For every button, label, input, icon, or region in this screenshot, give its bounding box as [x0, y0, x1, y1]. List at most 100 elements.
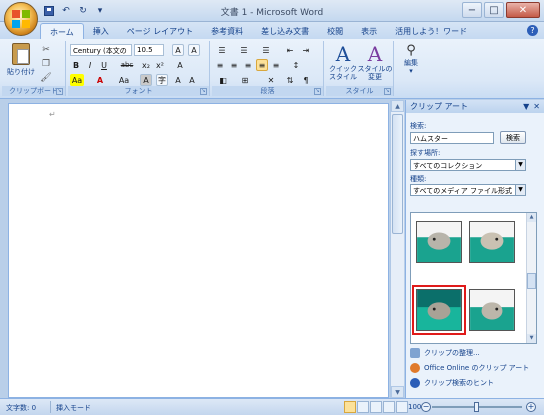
paragraph-launcher[interactable]: ↘	[314, 88, 321, 95]
zoom-slider-knob[interactable]	[474, 402, 479, 412]
hamster-image	[417, 290, 461, 330]
font-name-box[interactable]: Century (本文の	[70, 44, 132, 56]
copy-icon[interactable]: ❐	[40, 58, 52, 69]
shading-button[interactable]: ◧	[214, 74, 232, 86]
office-button[interactable]	[4, 2, 38, 36]
media-type-select[interactable]: すべてのメディア ファイル形式 ▼	[410, 184, 526, 196]
location-select[interactable]: すべてのコレクション ▼	[410, 159, 526, 171]
scroll-down-arrow-icon[interactable]: ▼	[391, 386, 404, 398]
zoom-in-icon[interactable]: +	[526, 402, 536, 412]
maximize-button[interactable]: □	[484, 2, 504, 18]
shrink-font-button[interactable]: A	[186, 74, 198, 86]
results-scroll-thumb[interactable]	[527, 273, 536, 289]
pane-close-icon[interactable]: ✕	[533, 102, 540, 111]
quick-style-button[interactable]: A クイック スタイル	[328, 43, 358, 81]
font-launcher[interactable]: ↘	[200, 88, 207, 95]
align-left-button[interactable]: ≡	[214, 59, 226, 71]
search-tips-label: クリップ検索のヒント	[424, 379, 494, 387]
paste-button[interactable]: 貼り付け	[6, 43, 36, 77]
search-input[interactable]: ハムスター	[410, 132, 494, 144]
tab-page-layout[interactable]: ページ レイアウト	[118, 23, 202, 40]
print-layout-view-icon[interactable]	[344, 401, 356, 413]
sort-button[interactable]: ⇅	[284, 74, 296, 86]
highlight-button[interactable]: Aa	[70, 74, 84, 86]
organize-clips-label: クリップの整理...	[424, 349, 480, 357]
font-color-button[interactable]: A	[94, 74, 106, 86]
zoom-out-icon[interactable]: −	[421, 402, 431, 412]
location-dropdown-icon[interactable]: ▼	[515, 160, 525, 170]
clipboard-launcher[interactable]: ↘	[56, 88, 63, 95]
web-layout-view-icon[interactable]	[370, 401, 382, 413]
insert-mode[interactable]: 挿入モード	[56, 403, 91, 413]
tab-word-tips[interactable]: 活用しよう！ワード	[386, 23, 476, 40]
font-size-box[interactable]: 10.5	[134, 44, 164, 56]
format-painter-icon[interactable]: 🖌	[40, 72, 52, 83]
clear-format-button[interactable]: A	[188, 44, 200, 56]
office-online-link[interactable]: Office Online のクリップ アート	[410, 363, 529, 373]
justify-button[interactable]: ≡	[256, 59, 268, 71]
decrease-indent-button[interactable]: ⇤	[284, 44, 296, 56]
tab-view[interactable]: 表示	[352, 23, 386, 40]
change-case-button[interactable]: Aa	[116, 74, 132, 86]
binoculars-icon: ⚲	[406, 43, 416, 58]
change-style-button[interactable]: A スタイルの 変更	[358, 43, 393, 81]
align-right-button[interactable]: ≡	[242, 59, 254, 71]
underline-button[interactable]: U	[98, 59, 110, 71]
outline-view-icon[interactable]	[383, 401, 395, 413]
results-scroll-down-icon[interactable]: ▼	[527, 334, 536, 343]
scroll-thumb[interactable]	[392, 114, 403, 234]
hamster-image	[470, 222, 514, 262]
increase-indent-button[interactable]: ⇥	[300, 44, 312, 56]
bold-button[interactable]: B	[70, 59, 82, 71]
styles-group-label: スタイル	[326, 86, 393, 96]
document-page[interactable]: ↵	[8, 103, 389, 398]
align-center-button[interactable]: ≡	[228, 59, 240, 71]
styles-launcher[interactable]: ↘	[384, 88, 391, 95]
enclosed-char-button[interactable]: 字	[156, 74, 168, 86]
clipart-thumbnail[interactable]	[469, 289, 515, 331]
strikethrough-button[interactable]: abc	[118, 59, 136, 71]
tab-home[interactable]: ホーム	[40, 23, 84, 40]
line-spacing-button[interactable]: ↕	[288, 59, 304, 71]
subscript-button[interactable]: x₂	[140, 59, 152, 71]
distributed-button[interactable]: ≡	[270, 59, 282, 71]
minimize-button[interactable]: −	[462, 2, 482, 18]
full-screen-view-icon[interactable]	[357, 401, 369, 413]
bullets-button[interactable]: ☰	[214, 44, 230, 56]
text-effects-button[interactable]: A	[174, 59, 186, 71]
grow-font-small-button[interactable]: A	[172, 74, 184, 86]
superscript-button[interactable]: x²	[154, 59, 166, 71]
char-shading-button[interactable]: A	[140, 74, 152, 86]
tab-insert[interactable]: 挿入	[84, 23, 118, 40]
tab-review[interactable]: 校閲	[318, 23, 352, 40]
zoom-slider[interactable]	[432, 402, 522, 412]
multilevel-list-button[interactable]: ☰	[258, 44, 274, 56]
grow-font-button[interactable]: A	[172, 44, 184, 56]
tab-references[interactable]: 参考資料	[202, 23, 252, 40]
organize-clips-link[interactable]: クリップの整理...	[410, 348, 480, 358]
search-button[interactable]: 検索	[500, 131, 526, 144]
scroll-up-arrow-icon[interactable]: ▲	[391, 100, 404, 112]
editing-button[interactable]: ⚲ 編集 ▾	[396, 43, 426, 75]
asian-layout-button[interactable]: ✕	[262, 74, 280, 86]
results-scroll-up-icon[interactable]: ▲	[527, 213, 536, 222]
clipart-thumbnail[interactable]	[416, 221, 462, 263]
pane-options-icon[interactable]: ▼	[523, 102, 529, 111]
results-scrollbar[interactable]: ▲ ▼	[526, 213, 536, 343]
clipboard-group: 貼り付け ✂ ❐ 🖌 クリップボード ↘	[2, 41, 66, 96]
type-dropdown-icon[interactable]: ▼	[515, 185, 525, 195]
clipart-thumbnail[interactable]	[469, 221, 515, 263]
search-tips-link[interactable]: クリップ検索のヒント	[410, 378, 494, 388]
italic-button[interactable]: I	[84, 59, 96, 71]
word-count[interactable]: 文字数: 0	[6, 403, 36, 413]
close-button[interactable]: ✕	[506, 2, 540, 18]
document-vertical-scrollbar[interactable]: ▲ ▼	[390, 100, 404, 398]
show-marks-button[interactable]: ¶	[300, 74, 312, 86]
tab-mailings[interactable]: 差し込み文書	[252, 23, 318, 40]
draft-view-icon[interactable]	[396, 401, 408, 413]
help-icon[interactable]: ?	[527, 25, 538, 36]
clipart-thumbnail-selected[interactable]	[412, 285, 466, 335]
borders-button[interactable]: ⊞	[236, 74, 254, 86]
numbering-button[interactable]: ☰	[236, 44, 252, 56]
cut-icon[interactable]: ✂	[40, 44, 52, 55]
